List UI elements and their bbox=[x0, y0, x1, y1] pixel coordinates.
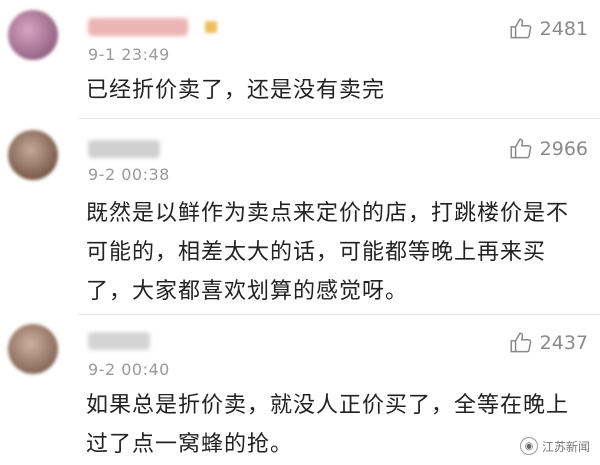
like-count: 2481 bbox=[539, 18, 588, 40]
like-button[interactable]: 2481 bbox=[508, 16, 588, 42]
wechat-icon: ◉ bbox=[519, 437, 538, 455]
thumbs-up-icon bbox=[510, 332, 531, 353]
like-button[interactable]: 2437 bbox=[508, 330, 588, 356]
user-badge-icon bbox=[205, 21, 217, 33]
like-count: 2966 bbox=[539, 138, 588, 160]
thumbs-up-icon bbox=[510, 18, 531, 39]
like-button[interactable]: 2966 bbox=[508, 136, 588, 162]
comment-text: 如果总是折价卖，就没人正价买了，全等在晚上过了点一窝蜂的抢。 bbox=[86, 393, 570, 457]
username[interactable] bbox=[88, 332, 150, 350]
watermark-label: 江苏新闻 bbox=[541, 439, 590, 454]
username[interactable] bbox=[88, 140, 160, 158]
comment-time: 9-1 23:49 bbox=[88, 45, 170, 64]
avatar[interactable] bbox=[8, 130, 58, 180]
comment-text: 既然是以鲜作为卖点来定价的店，打跳楼价是不可能的，相差太大的话，可能都等晚上再来… bbox=[86, 201, 570, 304]
avatar[interactable] bbox=[8, 324, 58, 374]
comment-item: 9-2 00:40 2437 如果总是折价卖，就没人正价买了，全等在晚上过了点一… bbox=[0, 314, 600, 465]
comment-time: 9-2 00:38 bbox=[88, 165, 170, 184]
comment-item: 9-1 23:49 2481 已经折价卖了，还是没有卖完 bbox=[0, 0, 600, 118]
username[interactable] bbox=[88, 18, 188, 36]
like-count: 2437 bbox=[539, 332, 588, 354]
thumbs-up-icon bbox=[510, 138, 531, 159]
comment-item: 9-2 00:38 2966 既然是以鲜作为卖点来定价的店，打跳楼价是不可能的，… bbox=[0, 118, 600, 314]
comment-time: 9-2 00:40 bbox=[88, 360, 170, 379]
comment-text: 已经折价卖了，还是没有卖完 bbox=[86, 78, 386, 103]
watermark: ◉ 江苏新闻 bbox=[519, 437, 590, 455]
avatar[interactable] bbox=[8, 10, 58, 60]
